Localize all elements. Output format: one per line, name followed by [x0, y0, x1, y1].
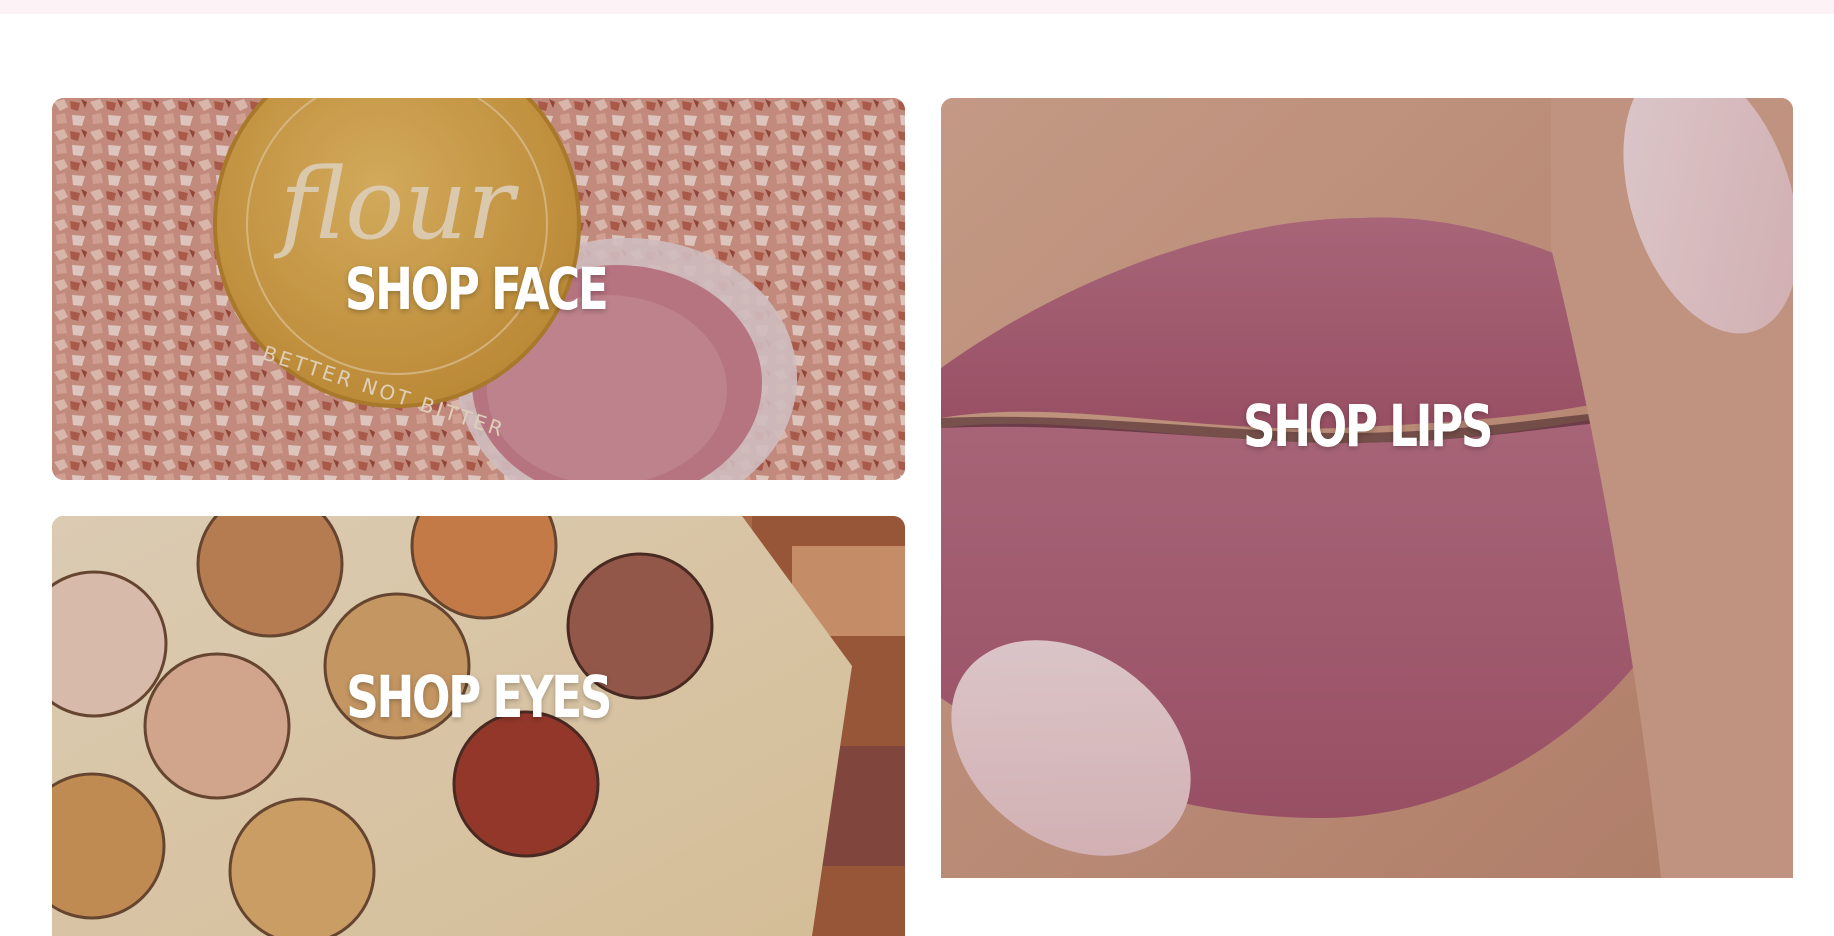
category-grid: flour BETTER NOT BITTER SHOP FACE SHOP E… [52, 98, 1793, 936]
shop-lips-tile[interactable]: SHOP LIPS [941, 98, 1793, 878]
shop-eyes-tile[interactable]: SHOP EYES [52, 516, 905, 936]
shop-face-label: SHOP FACE [344, 255, 609, 323]
lips-tile-overlay [941, 98, 1793, 878]
shop-lips-label: SHOP LIPS [1242, 392, 1493, 460]
shop-face-tile[interactable]: flour BETTER NOT BITTER SHOP FACE [52, 98, 905, 480]
top-announcement-strip [0, 0, 1834, 14]
shop-eyes-label: SHOP EYES [346, 663, 613, 731]
